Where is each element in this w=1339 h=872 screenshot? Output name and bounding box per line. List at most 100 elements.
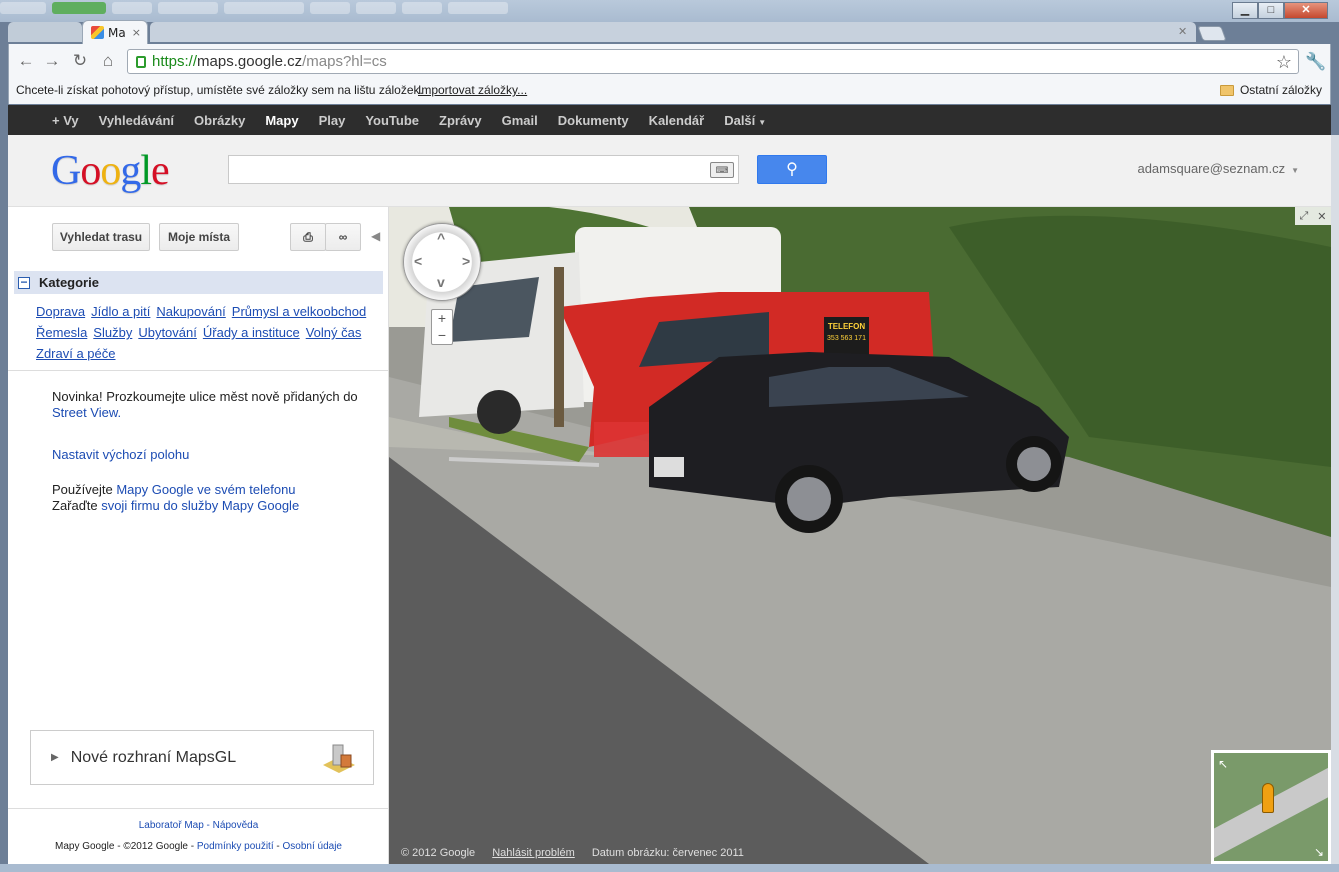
tab-close-icon[interactable]: × <box>132 26 141 39</box>
collapse-panel-icon[interactable]: ◀ <box>371 229 380 243</box>
other-bookmarks-label: Ostatní záložky <box>1239 83 1322 97</box>
gbar-more-label: Další <box>724 112 756 128</box>
footer-links: Laboratoř Map - Nápověda <box>138 820 259 831</box>
window-border-bottom <box>0 864 1339 872</box>
mapsgl-icon <box>323 744 355 773</box>
taskbar-background <box>0 2 640 18</box>
gbar-images[interactable]: Obrázky <box>194 113 245 128</box>
account-menu[interactable]: adamsquare@seznam.cz ▼ <box>1137 161 1299 176</box>
category-link[interactable]: Ubytování <box>138 325 197 340</box>
google-logo[interactable]: Google <box>51 147 170 195</box>
copyright-label: © 2012 Google <box>401 847 476 859</box>
forward-icon[interactable]: → <box>43 52 61 70</box>
maximize-button[interactable]: □ <box>1258 2 1284 19</box>
category-list: Doprava Jídlo a pití Nakupování Průmysl a v… <box>36 301 381 364</box>
gbar-gmail[interactable]: Gmail <box>502 113 538 128</box>
home-icon[interactable]: ⌂ <box>99 52 117 70</box>
car-phone-text: 353 563 171 <box>827 335 866 342</box>
search-input[interactable]: ⌨ <box>228 155 739 184</box>
new-tab-button[interactable] <box>1197 26 1227 41</box>
divider <box>8 808 389 809</box>
pan-control[interactable]: ^ < > v <box>403 223 481 301</box>
gbar-news[interactable]: Zprávy <box>439 113 482 128</box>
my-places-button[interactable]: Moje místa <box>159 223 239 251</box>
keyboard-icon[interactable]: ⌨ <box>710 162 734 178</box>
lock-icon <box>136 55 146 68</box>
print-button[interactable]: ⎙ <box>290 223 326 251</box>
import-bookmarks-link[interactable]: Importovat záložky... <box>418 83 527 97</box>
fullscreen-icon[interactable]: ⤢ <box>1299 210 1308 223</box>
close-street-view-icon[interactable]: ✕ <box>1317 210 1326 223</box>
pan-up-icon[interactable]: ^ <box>437 230 445 246</box>
address-bar[interactable]: https://maps.google.cz/maps?hl=cs ☆ <box>127 49 1299 74</box>
bookmarks-prompt: Chcete-li získat pohotový přístup, umíst… <box>16 83 423 97</box>
gbar-youtube[interactable]: YouTube <box>365 113 419 128</box>
pan-right-icon[interactable]: > <box>462 253 470 269</box>
wrench-menu-icon[interactable]: 🔧 <box>1305 52 1326 72</box>
news-label: Novinka! Prozkoumejte ulice měst nově př… <box>52 389 358 404</box>
street-view-panorama[interactable]: TELEFON 353 563 171 ^ < > v + − ⤢ ✕ © 20… <box>389 207 1331 864</box>
street-view-link[interactable]: Street View. <box>52 405 121 420</box>
street-view-image: TELEFON 353 563 171 <box>389 207 1331 864</box>
link-button[interactable]: ∞ <box>325 223 361 251</box>
back-icon[interactable]: ← <box>17 52 35 70</box>
category-link[interactable]: Volný čas <box>306 325 362 340</box>
gbar-docs[interactable]: Dokumenty <box>558 113 629 128</box>
gbar-calendar[interactable]: Kalendář <box>649 113 705 128</box>
image-date: Datum obrázku: červenec 2011 <box>591 847 744 859</box>
mini-map[interactable]: ↖ ↘ <box>1211 750 1331 864</box>
copyright-text: Mapy Google - ©2012 Google - <box>54 841 195 852</box>
category-link[interactable]: Průmysl a velkoobchod <box>232 304 366 319</box>
set-default-location-link[interactable]: Nastavit výchozí polohu <box>52 447 189 462</box>
terms-link[interactable]: Podmínky použití <box>197 841 274 852</box>
window-titlebar: ▁ □ ✕ <box>0 0 1339 22</box>
close-window-button[interactable]: ✕ <box>1284 2 1328 19</box>
maps-favicon-icon <box>91 26 104 39</box>
tab-inactive[interactable] <box>8 22 82 42</box>
search-button[interactable]: ⚲ <box>757 155 827 184</box>
report-problem-link[interactable]: Nahlásit problém <box>492 847 575 859</box>
reload-icon[interactable]: ↻ <box>71 52 89 70</box>
maps-labs-link[interactable]: Laboratoř Map <box>139 820 204 831</box>
gbar-plus[interactable]: + Vy <box>52 113 79 128</box>
footer-copyright: Mapy Google - ©2012 Google - Podmínky po… <box>54 841 343 852</box>
add-business-link[interactable]: svoji firmu do služby Mapy Google <box>101 498 299 513</box>
minimize-button[interactable]: ▁ <box>1232 2 1258 19</box>
categories-title: Kategorie <box>39 275 99 290</box>
category-link[interactable]: Úřady a instituce <box>203 325 300 340</box>
category-link[interactable]: Služby <box>93 325 132 340</box>
gbar-maps[interactable]: Mapy <box>265 113 298 128</box>
gbar-search[interactable]: Vyhledávání <box>99 113 174 128</box>
other-bookmarks[interactable]: Ostatní záložky <box>1219 83 1322 97</box>
category-link[interactable]: Doprava <box>36 304 85 319</box>
expand-arrow-icon: ▶ <box>51 752 59 763</box>
gbar-play[interactable]: Play <box>319 113 346 128</box>
tab-active[interactable]: Ma × <box>82 20 148 44</box>
zoom-out-button[interactable]: − <box>432 327 452 344</box>
privacy-link[interactable]: Osobní údaje <box>283 841 343 852</box>
pegman-icon[interactable] <box>1262 783 1274 813</box>
zoom-in-button[interactable]: + <box>432 310 452 327</box>
bookmark-star-icon[interactable]: ☆ <box>1276 52 1292 73</box>
collapse-icon: − <box>18 276 30 289</box>
category-link[interactable]: Zdraví a péče <box>36 346 116 361</box>
print-icon: ⎙ <box>303 230 313 244</box>
tab-inactive-right[interactable] <box>150 22 1196 42</box>
window-controls: ▁ □ ✕ <box>1232 2 1328 19</box>
directions-button[interactable]: Vyhledat trasu <box>52 223 150 251</box>
browser-toolbar: ← → ↻ ⌂ https://maps.google.cz/maps?hl=c… <box>8 44 1331 78</box>
category-link[interactable]: Řemesla <box>36 325 87 340</box>
add-prefix: Zařaďte <box>52 498 98 513</box>
help-link[interactable]: Nápověda <box>213 820 259 831</box>
pan-down-icon[interactable]: v <box>437 274 445 290</box>
expand-map-icon[interactable]: ↖ <box>1218 757 1228 771</box>
category-link[interactable]: Nakupování <box>156 304 225 319</box>
pan-left-icon[interactable]: < <box>414 253 422 269</box>
mapsgl-promo[interactable]: ▶ Nové rozhraní MapsGL <box>30 730 374 785</box>
mobile-maps-link[interactable]: Mapy Google ve svém telefonu <box>116 482 295 497</box>
shrink-map-icon[interactable]: ↘ <box>1314 845 1324 859</box>
gbar-more[interactable]: Další ▼ <box>724 113 766 128</box>
category-link[interactable]: Jídlo a pití <box>91 304 150 319</box>
tab-close-icon[interactable]: ✕ <box>1178 25 1187 38</box>
categories-header[interactable]: − Kategorie <box>14 271 383 294</box>
